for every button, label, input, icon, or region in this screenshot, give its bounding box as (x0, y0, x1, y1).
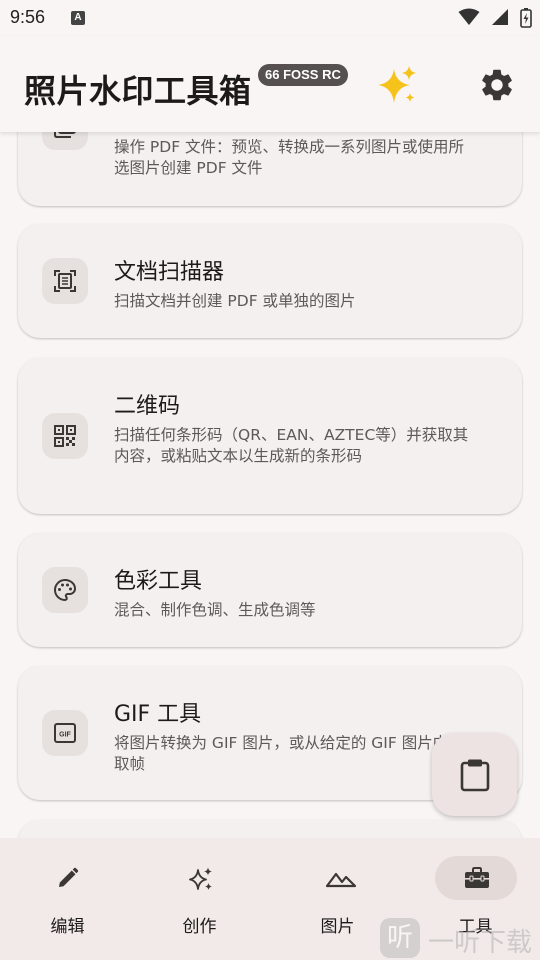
version-badge: 66 FOSS RC (258, 64, 348, 86)
nav-label: 编辑 (50, 917, 85, 937)
pdf-icon: PDF (54, 132, 76, 138)
card-title: 色彩工具 (114, 569, 203, 594)
sparkle-icon[interactable] (374, 63, 420, 109)
pencil-icon (59, 867, 79, 887)
card-description: 操作 PDF 文件：预览、转换成一系列图片或使用所选图片创建 PDF 文件 (114, 138, 465, 177)
paste-fab[interactable] (432, 733, 517, 816)
settings-icon[interactable] (478, 66, 516, 104)
qr-code-icon-box (42, 413, 88, 459)
card-document-scanner[interactable]: 文档扫描器 扫描文档并创建 PDF 或单独的图片 (18, 224, 522, 338)
landscape-icon (326, 872, 356, 888)
top-app-bar: 照片水印工具箱 66 FOSS RC (0, 36, 540, 132)
nav-item-edit[interactable]: 编辑 (0, 838, 135, 960)
toolbox-icon (465, 867, 489, 888)
card-qr-code[interactable]: 二维码 扫描任何条形码（QR、EAN、AZTEC等）并获取其内容，或粘贴文本以生… (18, 358, 522, 514)
nav-icon-container-active (435, 856, 517, 900)
card-title: 文档扫描器 (114, 260, 225, 285)
card-description: 混合、制作色调、生成色调等 (114, 601, 316, 619)
document-scanner-icon-box (42, 258, 88, 304)
card-next[interactable] (18, 820, 522, 838)
nav-icon-container (297, 856, 379, 900)
palette-icon-box (42, 567, 88, 613)
watermark-logo-icon: 听 (380, 918, 420, 958)
watermark-text: 一听下载 (428, 928, 533, 958)
gif-icon: GIF (54, 723, 76, 743)
nav-label: 创作 (182, 917, 217, 937)
document-scanner-icon (54, 270, 76, 292)
clipboard-icon (460, 759, 490, 792)
card-description: 扫描文档并创建 PDF 或单独的图片 (114, 292, 356, 310)
card-description: 将图片转换为 GIF 图片，或从给定的 GIF 图片中提取帧 (114, 734, 464, 773)
card-pdf-tools[interactable]: PDF 操作 PDF 文件：预览、转换成一系列图片或使用所选图片创建 PDF 文… (18, 132, 522, 206)
wifi-icon (458, 8, 480, 25)
svg-text:GIF: GIF (59, 732, 71, 739)
nav-icon-container (27, 856, 109, 900)
gif-icon-box: GIF (42, 710, 88, 756)
signal-icon (491, 9, 508, 25)
pdf-icon-box: PDF (42, 132, 88, 150)
card-description: 扫描任何条形码（QR、EAN、AZTEC等）并获取其内容，或粘贴文本以生成新的条… (114, 426, 469, 465)
status-bar: 9:56 A (0, 0, 540, 36)
app-title: 照片水印工具箱 (24, 72, 252, 110)
card-title: GIF 工具 (114, 702, 202, 727)
status-time: 9:56 (10, 7, 46, 27)
palette-icon (53, 578, 77, 602)
status-icons (452, 8, 532, 28)
nav-item-create[interactable]: 创作 (132, 838, 267, 960)
nav-icon-container (159, 856, 241, 900)
card-title: 二维码 (114, 394, 181, 419)
qr-code-icon (54, 425, 76, 447)
card-color-tools[interactable]: 色彩工具 混合、制作色调、生成色调等 (18, 533, 522, 647)
sparkles-icon (189, 867, 212, 890)
notification-icon: A (71, 11, 85, 25)
battery-icon (520, 8, 532, 28)
